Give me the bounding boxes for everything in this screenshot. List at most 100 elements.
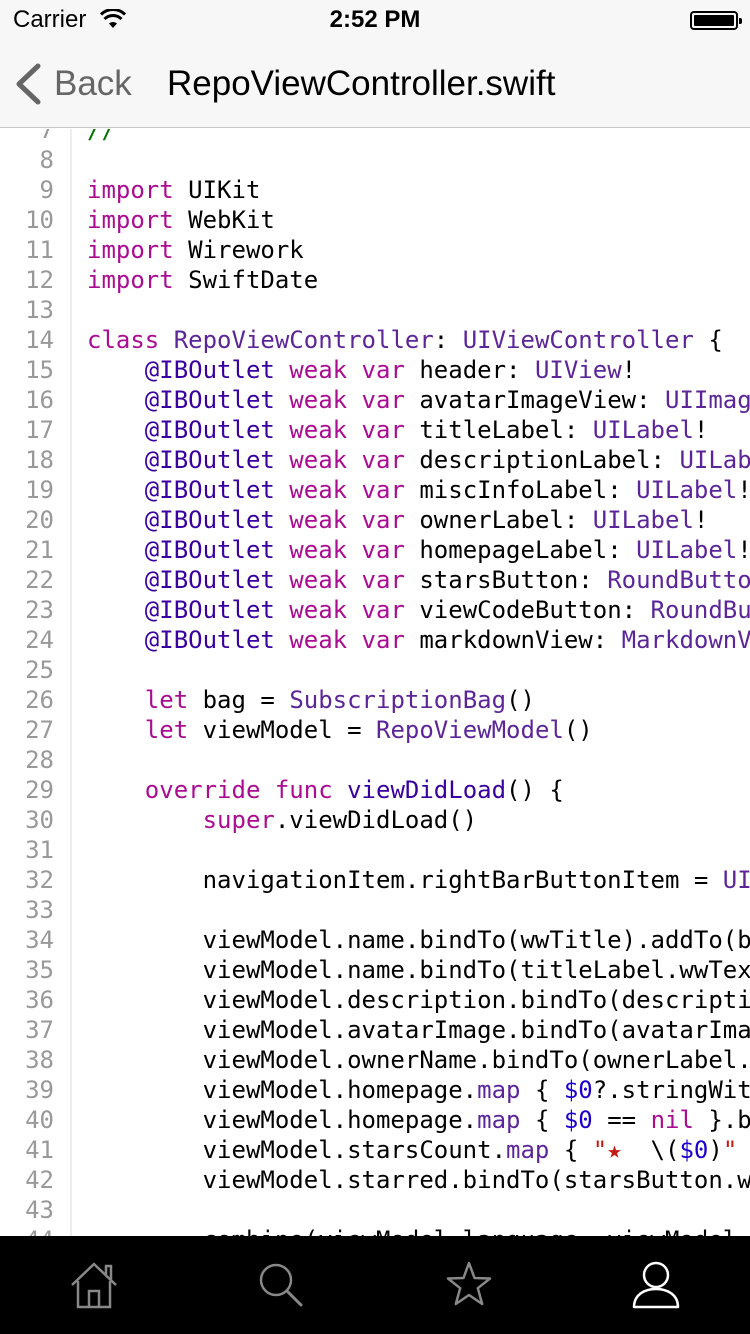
line-number: 32 [25, 866, 54, 894]
code-text: class RepoViewController: UIViewControll… [87, 326, 723, 354]
line-number: 30 [25, 806, 54, 834]
code-text: viewModel.starred.bindTo(starsButton.w [87, 1166, 750, 1194]
code-line: 27 let viewModel = RepoViewModel() [0, 715, 750, 745]
line-number: 17 [25, 416, 54, 444]
code-line: 33 [0, 895, 750, 925]
battery-icon [690, 11, 742, 30]
line-number: 41 [25, 1136, 54, 1164]
line-number: 22 [25, 566, 54, 594]
code-text: import WebKit [87, 206, 275, 234]
code-text: viewModel.name.bindTo(titleLabel.wwTex [87, 956, 750, 984]
code-text: @IBOutlet weak var avatarImageView: UIIm… [144, 386, 750, 414]
star-icon [446, 1261, 491, 1306]
code-line: 26 let bag = SubscriptionBag() [0, 685, 750, 715]
code-text: navigationItem.rightBarButtonItem = UI [87, 866, 750, 894]
tab-bar [0, 1236, 750, 1334]
line-number: 11 [25, 236, 54, 264]
tab-profile[interactable] [563, 1236, 750, 1334]
code-text: viewModel.ownerName.bindTo(ownerLabel. [87, 1046, 750, 1074]
battery-level [694, 15, 734, 26]
status-bar: Carrier 2:52 PM [0, 0, 750, 40]
navigation-bar: Back RepoViewController.swift [0, 40, 750, 128]
code-line: 20 @IBOutlet weak var ownerLabel: UILabe… [0, 505, 750, 535]
line-number: 35 [25, 956, 54, 984]
line-number: 43 [25, 1196, 54, 1224]
code-view[interactable]: 7 // 8 9 import UIKit 10 import WebKit 11 import… [0, 129, 750, 1236]
code-text: viewModel.homepage.map { $0 == nil }.b [87, 1106, 750, 1134]
code-text: @IBOutlet weak var homepageLabel: UILabe… [144, 536, 750, 564]
code-line: 22 @IBOutlet weak var starsButton: Round… [0, 565, 750, 595]
line-number: 42 [25, 1166, 54, 1194]
line-number: 44 [0, 1225, 54, 1236]
code-text: viewModel.description.bindTo(descripti [87, 986, 750, 1014]
line-number: 40 [25, 1106, 54, 1134]
line-number: 8 [39, 146, 54, 174]
code-text: @IBOutlet weak var titleLabel: UILabel! [144, 416, 709, 444]
line-number: 23 [25, 596, 54, 624]
code-line: 40 viewModel.homepage.map { $0 == nil }.… [0, 1105, 750, 1135]
line-number: 36 [25, 986, 54, 1014]
tab-starred[interactable] [375, 1236, 563, 1334]
search-icon [260, 1263, 303, 1307]
line-number: 27 [25, 716, 54, 744]
line-number: 31 [25, 836, 54, 864]
line-number: 14 [25, 326, 54, 354]
line-number: 38 [25, 1046, 54, 1074]
code-line: 37 viewModel.avatarImage.bindTo(avatarIm… [0, 1015, 750, 1045]
code-line: 16 @IBOutlet weak var avatarImageView: U… [0, 385, 750, 415]
chevron-left-icon [16, 63, 41, 105]
code-line: 28 [0, 745, 750, 775]
code-line: 30 super.viewDidLoad() [0, 805, 750, 835]
code-text: viewModel.avatarImage.bindTo(avatarIma [87, 1016, 750, 1044]
code-line: 42 viewModel.starred.bindTo(starsButton.… [0, 1165, 750, 1195]
line-number: 19 [25, 476, 54, 504]
code-line: 17 @IBOutlet weak var titleLabel: UILabe… [0, 415, 750, 445]
code-line: 41 viewModel.starsCount.map { "★ \($0)" [0, 1135, 750, 1165]
code-text: let viewModel = RepoViewModel() [144, 716, 593, 744]
line-number: 16 [25, 386, 54, 414]
code-line: 12 import SwiftDate [0, 265, 750, 295]
code-line: 7 // [0, 129, 750, 145]
line-number: 33 [25, 896, 54, 924]
code-text: super.viewDidLoad() [202, 806, 478, 834]
code-line: 14 class RepoViewController: UIViewContro… [0, 325, 750, 355]
line-number: 21 [25, 536, 54, 564]
code-text: import UIKit [87, 176, 261, 204]
code-line: 32 navigationItem.rightBarButtonItem = U… [0, 865, 750, 895]
line-number: 7 [39, 129, 54, 144]
page-title: RepoViewController.swift [167, 64, 556, 103]
tab-home[interactable] [0, 1236, 188, 1334]
code-line: 13 [0, 295, 750, 325]
code-text: @IBOutlet weak var ownerLabel: UILabel! [144, 506, 709, 534]
code-text: @IBOutlet weak var markdownView: Markdow… [144, 626, 750, 654]
code-text: @IBOutlet weak var starsButton: RoundBut… [144, 566, 750, 594]
line-number: 12 [25, 266, 54, 294]
line-number: 18 [25, 446, 54, 474]
code-text: let bag = SubscriptionBag() [144, 686, 535, 714]
code-line: 34 viewModel.name.bindTo(wwTitle).addTo(… [0, 925, 750, 955]
code-text: viewModel.homepage.map { $0?.stringWit [87, 1076, 750, 1104]
tab-search[interactable] [188, 1236, 376, 1334]
line-number: 25 [25, 656, 54, 684]
code-text: import Wirework [87, 236, 304, 264]
code-line: 11 import Wirework [0, 235, 750, 265]
code-line: 23 @IBOutlet weak var viewCodeButton: Ro… [0, 595, 750, 625]
back-button[interactable]: Back [14, 62, 132, 106]
code-line: 29 override func viewDidLoad() { [0, 775, 750, 805]
code-line: 39 viewModel.homepage.map { $0?.stringWi… [0, 1075, 750, 1105]
line-number: 15 [25, 356, 54, 384]
code-text: viewModel.name.bindTo(wwTitle).addTo(b [87, 926, 750, 954]
user-icon [633, 1261, 680, 1309]
code-text: combine(viewModel.language, viewModel. [87, 1225, 750, 1236]
code-line: 44 combine(viewModel.language, viewModel… [0, 1225, 750, 1236]
code-line: 25 [0, 655, 750, 685]
code-line: 19 @IBOutlet weak var miscInfoLabel: UIL… [0, 475, 750, 505]
code-line: 35 viewModel.name.bindTo(titleLabel.wwTe… [0, 955, 750, 985]
code-text: import SwiftDate [87, 266, 319, 294]
code-line: 8 [0, 145, 750, 175]
code-line: 31 [0, 835, 750, 865]
line-number: 13 [25, 296, 54, 324]
line-number: 20 [25, 506, 54, 534]
code-line: 15 @IBOutlet weak var header: UIView! [0, 355, 750, 385]
line-number: 24 [25, 626, 54, 654]
